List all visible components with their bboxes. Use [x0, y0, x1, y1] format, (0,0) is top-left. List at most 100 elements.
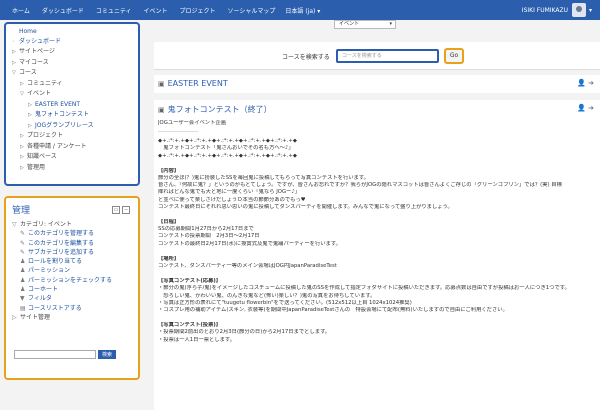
- enter-icon[interactable]: ➜: [588, 79, 594, 87]
- admin-tree-item[interactable]: ♟ パーミッションをチェックする: [12, 276, 132, 285]
- enter-icon[interactable]: ➜: [588, 104, 594, 112]
- user-icon[interactable]: 👤: [577, 104, 586, 112]
- summary-heading: 【写真コンテスト(応募)】: [158, 278, 222, 285]
- top-nav-item[interactable]: ソーシャルマップ: [228, 6, 276, 15]
- nav-tree-label[interactable]: 管理用: [27, 164, 45, 171]
- chevron-down-icon[interactable]: ▾: [589, 7, 592, 14]
- admin-item-icon: ▽: [12, 221, 17, 228]
- dock-icon[interactable]: ▭: [112, 206, 120, 214]
- nav-tree-label[interactable]: JOGグランプリレース: [35, 122, 94, 129]
- admin-tree-item[interactable]: ♟ ロールを割り当てる: [12, 257, 132, 266]
- course-title-text[interactable]: 鬼フォトコンテスト（終了）: [168, 105, 272, 114]
- nav-tree-label[interactable]: 知識ベース: [27, 153, 57, 160]
- admin-tree-item[interactable]: ♟ コーホート: [12, 285, 132, 294]
- expand-icon[interactable]: ▷: [28, 111, 35, 121]
- expand-icon[interactable]: ▽: [12, 69, 19, 79]
- admin-item-label[interactable]: カテゴリ: イベント: [20, 221, 72, 228]
- expand-icon[interactable]: ▷: [20, 153, 27, 163]
- admin-item-label[interactable]: このカテゴリを編集する: [28, 240, 94, 247]
- expand-icon[interactable]: ▷: [20, 80, 27, 90]
- admin-search-button[interactable]: 検索: [98, 350, 116, 359]
- go-button[interactable]: Go: [444, 48, 464, 64]
- user-name[interactable]: ISIKI FUMIKAZU: [522, 7, 568, 14]
- admin-tree-item[interactable]: ▤ コースリストアする: [12, 304, 132, 313]
- course-title-link[interactable]: ▣ EASTER EVENT: [158, 79, 228, 88]
- admin-item-label[interactable]: コーホート: [28, 286, 58, 293]
- nav-tree-item[interactable]: Home: [12, 27, 132, 37]
- nav-tree-item[interactable]: ▽ イベント: [12, 89, 132, 100]
- admin-item-label[interactable]: パーミッション: [28, 267, 70, 274]
- nav-tree-label[interactable]: コース: [19, 69, 37, 76]
- nav-tree-item[interactable]: ▷ 各種申請 / アンケート: [12, 142, 132, 153]
- admin-tree-item[interactable]: ▼ フィルタ: [12, 294, 132, 303]
- category-select[interactable]: イベント ▾: [334, 20, 396, 29]
- admin-tree-item[interactable]: ♟ パーミッション: [12, 266, 132, 275]
- nav-tree-item[interactable]: ▷ JOGグランプリレース: [12, 121, 132, 132]
- top-nav-item[interactable]: ホーム: [12, 6, 30, 15]
- collapse-icon[interactable]: −: [122, 206, 130, 214]
- nav-tree-item[interactable]: ▷ サイトページ: [12, 47, 132, 58]
- user-menu[interactable]: ISIKI FUMIKAZU ▾: [522, 3, 592, 17]
- nav-tree-label[interactable]: 各種申請 / アンケート: [27, 143, 87, 150]
- expand-icon[interactable]: ◦: [12, 38, 19, 48]
- nav-tree-label[interactable]: Home: [19, 28, 37, 35]
- course-title-text[interactable]: EASTER EVENT: [168, 79, 228, 88]
- expand-icon[interactable]: ▷: [28, 101, 35, 111]
- nav-tree-item[interactable]: ▷ マイコース: [12, 58, 132, 69]
- admin-tree-item[interactable]: ✎ このカテゴリを編集する: [12, 239, 132, 248]
- top-nav-item[interactable]: コミュニティ: [96, 6, 132, 15]
- admin-item-label[interactable]: このカテゴリを管理する: [28, 230, 94, 237]
- nav-tree-item[interactable]: ▽ コース: [12, 68, 132, 79]
- summary-line: コンテストの最終日2月17日(水)に授賞式及鬼で鬼踊パーティーを行います。: [158, 240, 341, 247]
- course-actions: 👤 ➜: [577, 104, 594, 112]
- admin-item-label[interactable]: パーミッションをチェックする: [28, 277, 112, 284]
- nav-tree-label[interactable]: ダッシュボード: [19, 38, 61, 45]
- nav-tree-label[interactable]: 鬼フォトコンテスト: [35, 111, 89, 118]
- expand-icon[interactable]: ▷: [20, 132, 27, 142]
- summary-line: ・節分の鬼(浮ら子/鬼)をイメージしたコスチュームに投稿した鬼のSSを作成して指…: [158, 285, 570, 292]
- nav-tree-label[interactable]: コミュニティ: [27, 80, 63, 87]
- nav-tree-item[interactable]: ◦ ダッシュボード: [12, 37, 132, 48]
- expand-icon[interactable]: ▷: [12, 59, 19, 69]
- admin-item-label[interactable]: サイト管理: [20, 314, 50, 321]
- nav-tree-label[interactable]: マイコース: [19, 59, 49, 66]
- nav-tree-item[interactable]: ▷ 管理用: [12, 163, 132, 174]
- nav-tree-item[interactable]: ▷ 鬼フォトコンテスト: [12, 110, 132, 121]
- admin-tree-item[interactable]: ✎ サブカテゴリを追加する: [12, 248, 132, 257]
- expand-icon[interactable]: ▷: [28, 122, 35, 132]
- top-nav-item[interactable]: イベント: [143, 6, 167, 15]
- summary-heading: 【場所】: [158, 255, 180, 262]
- nav-tree-label[interactable]: プロジェクト: [27, 132, 63, 139]
- admin-item-label[interactable]: コースリストアする: [28, 305, 82, 312]
- nav-tree-item[interactable]: ▷ コミュニティ: [12, 79, 132, 90]
- nav-tree-label[interactable]: サイトページ: [19, 48, 55, 55]
- avatar[interactable]: [571, 3, 586, 17]
- course-title-link[interactable]: ▣ 鬼フォトコンテスト（終了）: [158, 104, 272, 115]
- nav-tree-item[interactable]: ▷ プロジェクト: [12, 131, 132, 142]
- expand-icon[interactable]: ▷: [12, 48, 19, 58]
- admin-item-label[interactable]: フィルタ: [28, 295, 52, 302]
- language-menu[interactable]: 日本語 (ja) ▾: [285, 6, 320, 15]
- nav-tree-item[interactable]: ▷ EASTER EVENT: [12, 100, 132, 111]
- top-nav-item[interactable]: ダッシュボード: [42, 6, 84, 15]
- top-nav-item[interactable]: プロジェクト: [180, 6, 216, 15]
- expand-icon[interactable]: ▽: [20, 90, 27, 100]
- admin-item-label[interactable]: サブカテゴリを追加する: [28, 249, 94, 256]
- summary-line: 恐ろしい鬼、かわいい鬼、のんきな鬼など(怖い)楽しい？)鬼の写真をお待ちしていま…: [158, 292, 376, 299]
- top-navbar: ホーム ダッシュボード コミュニティ イベント プロジェクト ソーシャルマップ 日本語 (…: [0, 0, 600, 20]
- admin-tree-item[interactable]: ▽ カテゴリ: イベント: [12, 220, 132, 229]
- expand-icon[interactable]: ▷: [20, 143, 27, 153]
- nav-tree-item[interactable]: ▷ 知識ベース: [12, 152, 132, 163]
- nav-tree-label[interactable]: イベント: [27, 90, 51, 97]
- admin-tree-item[interactable]: ✎ このカテゴリを管理する: [12, 229, 132, 238]
- course-search-input[interactable]: コースを検索する: [336, 49, 439, 63]
- user-icon[interactable]: 👤: [577, 79, 586, 87]
- admin-item-label[interactable]: ロールを割り当てる: [28, 258, 82, 265]
- course-icon: ▣: [158, 80, 165, 88]
- nav-tree-label[interactable]: EASTER EVENT: [35, 101, 80, 108]
- admin-tree-item[interactable]: ▷ サイト管理: [12, 313, 132, 322]
- admin-search-input[interactable]: [14, 350, 96, 359]
- expand-icon[interactable]: ▷: [20, 164, 27, 174]
